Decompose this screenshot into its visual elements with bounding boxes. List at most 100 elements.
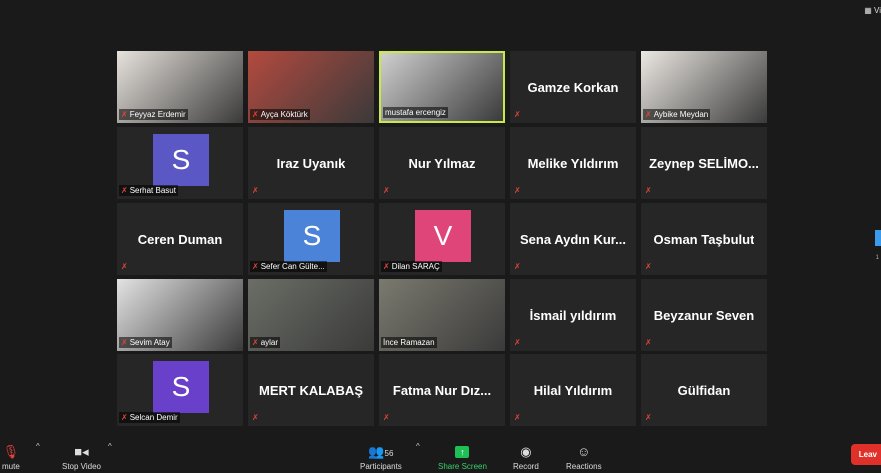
participant-tile[interactable]: Gamze Korkan ✗ <box>510 51 636 123</box>
muted-mic-icon: ✗ <box>121 186 128 195</box>
participant-label: ✗ Feyyaz Erdemir <box>119 109 188 120</box>
participant-tile[interactable]: Zeynep SELİMO... ✗ <box>641 127 767 199</box>
participant-name-text: Sevim Atay <box>129 338 170 347</box>
reactions-label: Reactions <box>566 462 602 471</box>
participant-tile[interactable]: İsmail yıldırım ✗ <box>510 279 636 351</box>
muted-mic-icon: 🎙 <box>2 444 20 459</box>
page-indicator: 1 <box>875 255 879 261</box>
participant-tile[interactable]: Gülfidan ✗ <box>641 354 767 426</box>
muted-mic-icon: ✗ <box>514 186 521 195</box>
participant-tile[interactable]: ✗ Sevim Atay <box>117 279 243 351</box>
participant-name: İsmail yıldırım <box>510 279 636 351</box>
view-button[interactable]: ▦ Vi <box>864 6 881 15</box>
share-screen-icon: ↑ <box>455 446 470 458</box>
participant-tile[interactable]: ✗ Feyyaz Erdemir <box>117 51 243 123</box>
meeting-toolbar: 🎙 mute ^ ■◂ Stop Video ^ 👥56 Participant… <box>0 435 881 473</box>
muted-mic-icon: ✗ <box>645 338 652 347</box>
share-screen-button[interactable]: ↑ Share Screen <box>438 446 487 471</box>
participant-name-text: Melike Yıldırım <box>527 155 619 171</box>
participants-button[interactable]: 👥56 Participants <box>360 444 402 471</box>
muted-mic-icon: ✗ <box>252 110 259 119</box>
participant-name: Fatma Nur Dız... <box>379 354 505 426</box>
participant-tile[interactable]: Ceren Duman ✗ <box>117 203 243 275</box>
participant-label: ✗ Ayça Köktürk <box>250 109 310 120</box>
participant-name-text: İnce Ramazan <box>383 338 435 347</box>
participant-name-text: Gülfidan <box>677 382 731 398</box>
participant-name-text: Iraz Uyanık <box>276 155 346 171</box>
participant-name: Gülfidan <box>641 354 767 426</box>
avatar: V <box>415 210 471 262</box>
participant-tile[interactable]: S ✗ Serhat Basut <box>117 127 243 199</box>
reactions-button[interactable]: ☺ Reactions <box>566 444 602 471</box>
participants-chevron-icon[interactable]: ^ <box>416 442 420 451</box>
participant-label: ✗ Aybike Meydan <box>643 109 711 120</box>
reactions-icon: ☺ <box>577 444 591 459</box>
participant-name-text: Aybike Meydan <box>653 110 709 119</box>
participant-name-text: Zeynep SELİMO... <box>649 155 759 171</box>
muted-mic-icon: ✗ <box>645 110 652 119</box>
participant-tile[interactable]: ✗ Ayça Köktürk <box>248 51 374 123</box>
participant-tile[interactable]: Nur Yılmaz ✗ <box>379 127 505 199</box>
next-page-arrow[interactable] <box>875 230 881 246</box>
participant-name-text: mustafa ercengiz <box>385 108 446 117</box>
participant-count: 56 <box>384 449 394 458</box>
avatar: S <box>284 210 340 262</box>
participant-tile[interactable]: Hilal Yıldırım ✗ <box>510 354 636 426</box>
participant-name: MERT KALABAŞ <box>248 354 374 426</box>
stop-video-button[interactable]: ■◂ Stop Video <box>62 444 101 471</box>
share-screen-label: Share Screen <box>438 462 487 471</box>
leave-button[interactable]: Leav <box>850 444 881 465</box>
muted-mic-icon: ✗ <box>121 110 128 119</box>
participant-name-text: Serhat Basut <box>129 186 176 195</box>
participant-name: Hilal Yıldırım <box>510 354 636 426</box>
participant-tile[interactable]: ✗ Aybike Meydan <box>641 51 767 123</box>
record-button[interactable]: ◉ Record <box>513 444 539 471</box>
muted-mic-icon: ✗ <box>383 186 390 195</box>
view-label: Vi <box>874 6 881 15</box>
participant-name: Beyzanur Seven <box>641 279 767 351</box>
participants-icon: 👥56 <box>368 444 394 459</box>
participant-tile[interactable]: Iraz Uyanık ✗ <box>248 127 374 199</box>
participant-name: Iraz Uyanık <box>248 127 374 199</box>
participant-name-text: İsmail yıldırım <box>529 307 617 323</box>
participant-tile[interactable]: Fatma Nur Dız... ✗ <box>379 354 505 426</box>
muted-mic-icon: ✗ <box>252 338 259 347</box>
participant-name-text: Ceren Duman <box>137 231 223 247</box>
muted-mic-icon: ✗ <box>252 413 259 422</box>
participant-tile[interactable]: mustafa ercengiz <box>379 51 505 123</box>
participant-tile[interactable]: S ✗ Sefer Can Gülte... <box>248 203 374 275</box>
unmute-button[interactable]: 🎙 mute <box>2 444 20 471</box>
muted-mic-icon: ✗ <box>645 413 652 422</box>
gallery-grid: ✗ Feyyaz Erdemir ✗ Ayça Köktürk mustafa erce… <box>117 51 768 426</box>
video-options-chevron-icon[interactable]: ^ <box>108 442 112 451</box>
record-icon: ◉ <box>520 444 532 459</box>
participant-tile[interactable]: V ✗ Dilan SARAÇ <box>379 203 505 275</box>
muted-mic-icon: ✗ <box>252 186 259 195</box>
participant-name-text: Fatma Nur Dız... <box>392 382 492 398</box>
participant-tile[interactable]: Beyzanur Seven ✗ <box>641 279 767 351</box>
participant-name-text: Osman Taşbulut <box>653 231 755 247</box>
participant-tile[interactable]: Melike Yıldırım ✗ <box>510 127 636 199</box>
participant-name: Nur Yılmaz <box>379 127 505 199</box>
muted-mic-icon: ✗ <box>514 338 521 347</box>
participant-name: Ceren Duman <box>117 203 243 275</box>
top-bar: ▦ Vi <box>0 0 881 16</box>
participants-label: Participants <box>360 462 402 471</box>
participant-tile[interactable]: ✗ aylar <box>248 279 374 351</box>
participant-label: ✗ Selcan Demir <box>119 412 180 423</box>
avatar: S <box>153 134 209 186</box>
participant-label: ✗ aylar <box>250 337 281 348</box>
audio-options-chevron-icon[interactable]: ^ <box>36 442 40 451</box>
muted-mic-icon: ✗ <box>514 413 521 422</box>
participant-name-text: Gamze Korkan <box>527 79 619 95</box>
participant-name: Sena Aydın Kur... <box>510 203 636 275</box>
participant-tile[interactable]: S ✗ Selcan Demir <box>117 354 243 426</box>
muted-mic-icon: ✗ <box>645 186 652 195</box>
participant-tile[interactable]: MERT KALABAŞ ✗ <box>248 354 374 426</box>
participant-name-text: Sefer Can Gülte... <box>260 262 325 271</box>
participant-tile[interactable]: Sena Aydın Kur... ✗ <box>510 203 636 275</box>
participant-tile[interactable]: İnce Ramazan <box>379 279 505 351</box>
participant-name: Melike Yıldırım <box>510 127 636 199</box>
participant-name-text: MERT KALABAŞ <box>259 382 363 398</box>
participant-tile[interactable]: Osman Taşbulut ✗ <box>641 203 767 275</box>
